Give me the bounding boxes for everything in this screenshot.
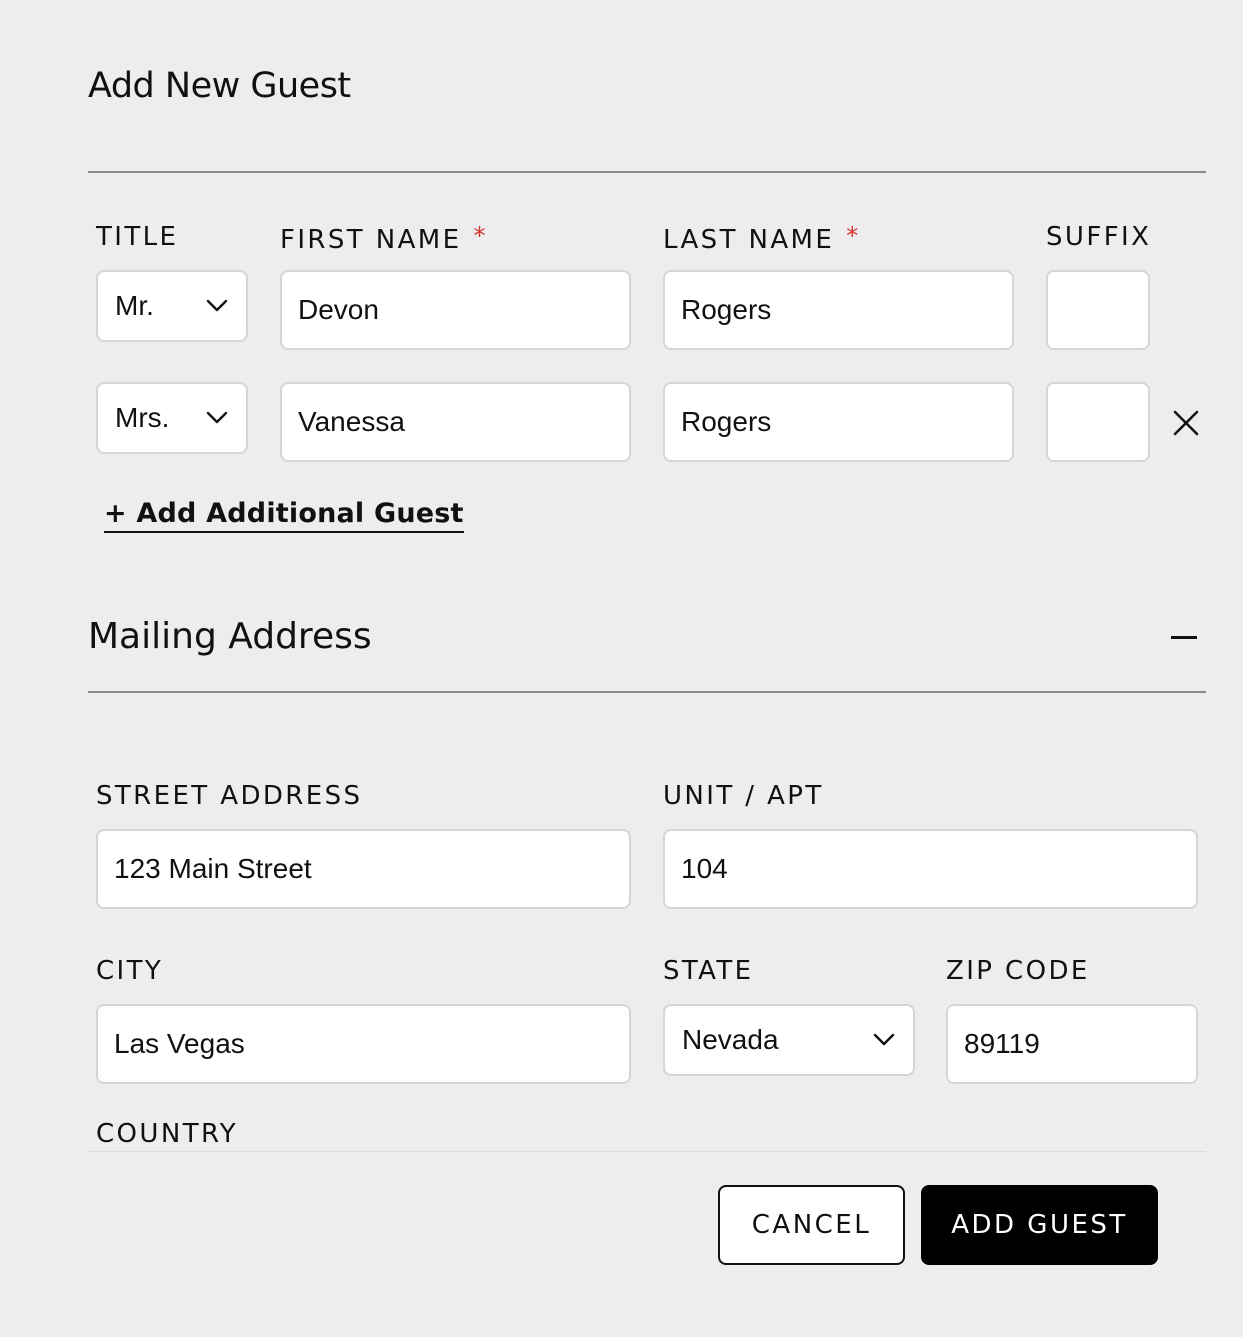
city-input[interactable] [96,1004,631,1084]
title-label: TITLE [96,222,179,252]
guest-2-title-value: Mrs. [115,402,170,433]
guest-2-first-name-input[interactable] [280,382,631,462]
add-guest-button[interactable]: ADD GUEST [921,1185,1158,1265]
last-name-label: LAST NAME * [663,222,858,255]
dialog-title: Add New Guest [88,66,351,106]
country-label: COUNTRY [96,1119,239,1149]
chevron-down-icon [206,411,228,424]
scroll-edge-divider [88,1151,1206,1152]
guest-2-title-select[interactable]: Mrs. [96,382,248,454]
close-icon[interactable] [1168,405,1204,441]
guest-1-last-name-input[interactable] [663,270,1014,350]
chevron-down-icon [206,299,228,312]
street-address-input[interactable] [96,829,631,909]
chevron-down-icon [873,1033,895,1046]
state-value: Nevada [682,1024,779,1055]
state-label: STATE [663,956,754,986]
guest-1-title-select[interactable]: Mr. [96,270,248,342]
guest-2-last-name-input[interactable] [663,382,1014,462]
add-additional-guest-link[interactable]: + Add Additional Guest [104,498,464,533]
first-name-label-text: FIRST NAME [280,225,462,255]
guest-1-suffix-input[interactable] [1046,270,1150,350]
guest-1-first-name-input[interactable] [280,270,631,350]
zip-code-label: ZIP CODE [946,956,1090,986]
cancel-button[interactable]: CANCEL [718,1185,905,1265]
first-name-label: FIRST NAME * [280,222,485,255]
street-address-label: STREET ADDRESS [96,781,363,811]
zip-code-input[interactable] [946,1004,1198,1084]
header-divider [88,171,1206,173]
minus-icon[interactable] [1171,636,1197,639]
unit-apt-label: UNIT / APT [663,781,824,811]
unit-apt-input[interactable] [663,829,1198,909]
guest-2-suffix-input[interactable] [1046,382,1150,462]
guest-1-title-value: Mr. [115,290,154,321]
required-marker: * [846,222,859,250]
required-marker: * [473,222,486,250]
city-label: CITY [96,956,164,986]
mailing-address-heading: Mailing Address [88,616,372,657]
mailing-divider [88,691,1206,693]
state-select[interactable]: Nevada [663,1004,915,1076]
last-name-label-text: LAST NAME [663,225,835,255]
suffix-label: SUFFIX [1046,222,1152,252]
